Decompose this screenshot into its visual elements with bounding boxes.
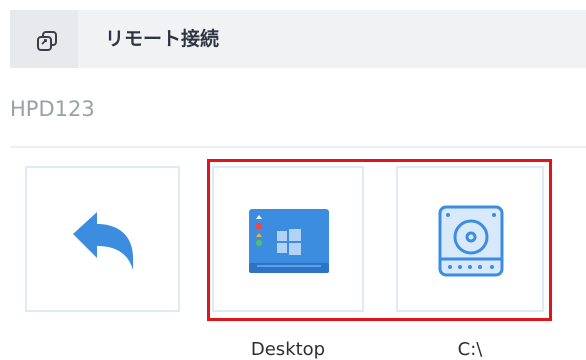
- desktop-label: Desktop: [250, 339, 326, 360]
- header-bar: リモート接続: [10, 10, 586, 68]
- remote-connection-icon: [37, 31, 57, 51]
- drive-label: C:\: [457, 339, 483, 360]
- back-arrow-icon: [73, 212, 133, 270]
- machine-name: HPD123: [10, 97, 95, 121]
- header-title: リモート接続: [105, 28, 220, 50]
- divider: [10, 146, 586, 148]
- selection-highlight: [207, 159, 552, 321]
- header-icon-button[interactable]: [10, 10, 78, 68]
- back-tile[interactable]: [25, 166, 180, 312]
- remote-connection-page: リモート接続 HPD123 Desktop C:\: [0, 0, 586, 360]
